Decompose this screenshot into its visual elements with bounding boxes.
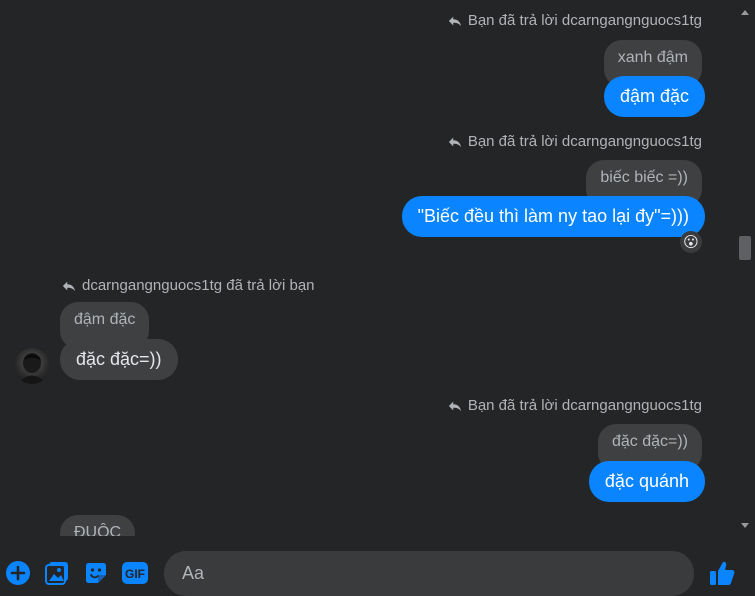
outgoing-message[interactable]: đậm đặc — [603, 76, 705, 117]
thumbs-up-icon[interactable] — [707, 559, 737, 587]
gif-label: GIF — [125, 567, 145, 581]
sticker-icon[interactable] — [82, 559, 110, 587]
avatar-image-icon — [20, 353, 44, 384]
gif-icon[interactable]: GIF — [121, 559, 149, 587]
reply-arrow-icon — [62, 281, 76, 291]
scroll-down-icon[interactable] — [741, 523, 749, 528]
plus-circle-icon[interactable] — [4, 559, 32, 587]
message-input-container[interactable] — [164, 551, 694, 596]
scroll-up-icon[interactable] — [741, 10, 749, 15]
outgoing-message[interactable]: "Biếc đều thì làm ny tao lại đy"=))) — [401, 196, 705, 237]
avatar[interactable] — [14, 348, 50, 384]
message-thread: Bạn đã trả lời dcarngangnguocs1tg xanh đ… — [0, 0, 733, 536]
incoming-message[interactable]: đặc đặc=)) — [60, 339, 178, 380]
reply-meta: Bạn đã trả lời dcarngangnguocs1tg — [448, 12, 702, 29]
reply-arrow-icon — [448, 137, 461, 147]
scroll-thumb[interactable] — [739, 236, 751, 260]
scrollbar[interactable] — [735, 0, 755, 536]
image-icon[interactable] — [43, 559, 71, 587]
message-input[interactable] — [180, 562, 644, 585]
outgoing-message[interactable]: đặc quánh — [588, 461, 705, 502]
reply-arrow-icon — [448, 16, 461, 26]
reply-meta: Bạn đã trả lời dcarngangnguocs1tg — [448, 397, 702, 414]
reaction-badge[interactable]: 😮 — [680, 231, 702, 253]
reply-arrow-icon — [448, 401, 461, 411]
surprised-emoji-icon: 😮 — [683, 233, 699, 251]
reply-meta: Bạn đã trả lời dcarngangnguocs1tg — [448, 133, 702, 150]
quoted-message[interactable]: ĐUỘC — [60, 515, 136, 536]
reply-meta: dcarngangnguocs1tg đã trả lời bạn — [62, 277, 315, 294]
